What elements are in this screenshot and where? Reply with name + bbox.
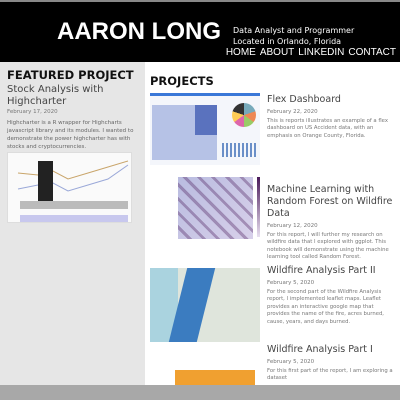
project-description: For this first part of the report, I am … bbox=[267, 368, 393, 382]
flex-dashboard-thumbnail[interactable] bbox=[150, 93, 260, 165]
project-description: This is reports illustrates an example o… bbox=[267, 118, 388, 139]
wildfire-us-map-thumbnail[interactable] bbox=[150, 358, 260, 385]
project-date: February 5, 2020 bbox=[267, 280, 315, 286]
nav-about[interactable]: ABOUT bbox=[260, 47, 294, 58]
nav-home[interactable]: HOME bbox=[226, 47, 256, 58]
project-description: For this report, I will further my resea… bbox=[267, 232, 389, 261]
project-item: Machine Learning with Random Forest on W… bbox=[267, 184, 395, 262]
project-title[interactable]: Wildfire Analysis Part II bbox=[267, 265, 395, 277]
project-item: Wildfire Analysis Part I February 5, 202… bbox=[267, 344, 395, 383]
wildfire-map-thumbnail[interactable] bbox=[150, 268, 260, 342]
tagline-location: Located in Orlando, Florida bbox=[233, 37, 342, 46]
project-item: Flex Dashboard February 22, 2020 This is… bbox=[267, 94, 395, 140]
tagline-role: Data Analyst and Programmer bbox=[233, 26, 355, 35]
ml-heatmap-thumbnail[interactable] bbox=[150, 175, 260, 260]
project-description: For the second part of the Wildfire Anal… bbox=[267, 289, 384, 325]
project-date: February 12, 2020 bbox=[267, 223, 318, 229]
site-name[interactable]: AARON LONG bbox=[57, 18, 221, 46]
featured-heading: FEATURED PROJECT bbox=[7, 68, 134, 82]
nav-contact[interactable]: CONTACT bbox=[348, 47, 396, 58]
featured-title[interactable]: Stock Analysis with Highcharter bbox=[7, 84, 137, 108]
featured-sidebar: FEATURED PROJECT Stock Analysis with Hig… bbox=[0, 62, 145, 385]
featured-date: February 17, 2020 bbox=[7, 109, 58, 115]
project-title[interactable]: Machine Learning with Random Forest on W… bbox=[267, 184, 395, 220]
project-title[interactable]: Flex Dashboard bbox=[267, 94, 395, 106]
stock-chart-image bbox=[17, 160, 129, 222]
project-date: February 22, 2020 bbox=[267, 109, 318, 115]
bottom-bar bbox=[0, 385, 400, 400]
nav-linkedin[interactable]: LINKEDIN bbox=[298, 47, 344, 58]
project-item: Wildfire Analysis Part II February 5, 20… bbox=[267, 265, 395, 326]
featured-thumbnail[interactable] bbox=[7, 152, 132, 223]
tagline: Data Analyst and Programmer Located in O… bbox=[233, 25, 354, 47]
project-date: February 5, 2020 bbox=[267, 359, 315, 365]
project-title[interactable]: Wildfire Analysis Part I bbox=[267, 344, 395, 356]
site-header: AARON LONG Data Analyst and Programmer L… bbox=[0, 0, 400, 62]
featured-description: Highcharter is a R wrapper for Highchart… bbox=[7, 120, 134, 150]
projects-heading: PROJECTS bbox=[150, 74, 214, 88]
main-nav: HOME ABOUT LINKEDIN CONTACT bbox=[226, 47, 396, 58]
